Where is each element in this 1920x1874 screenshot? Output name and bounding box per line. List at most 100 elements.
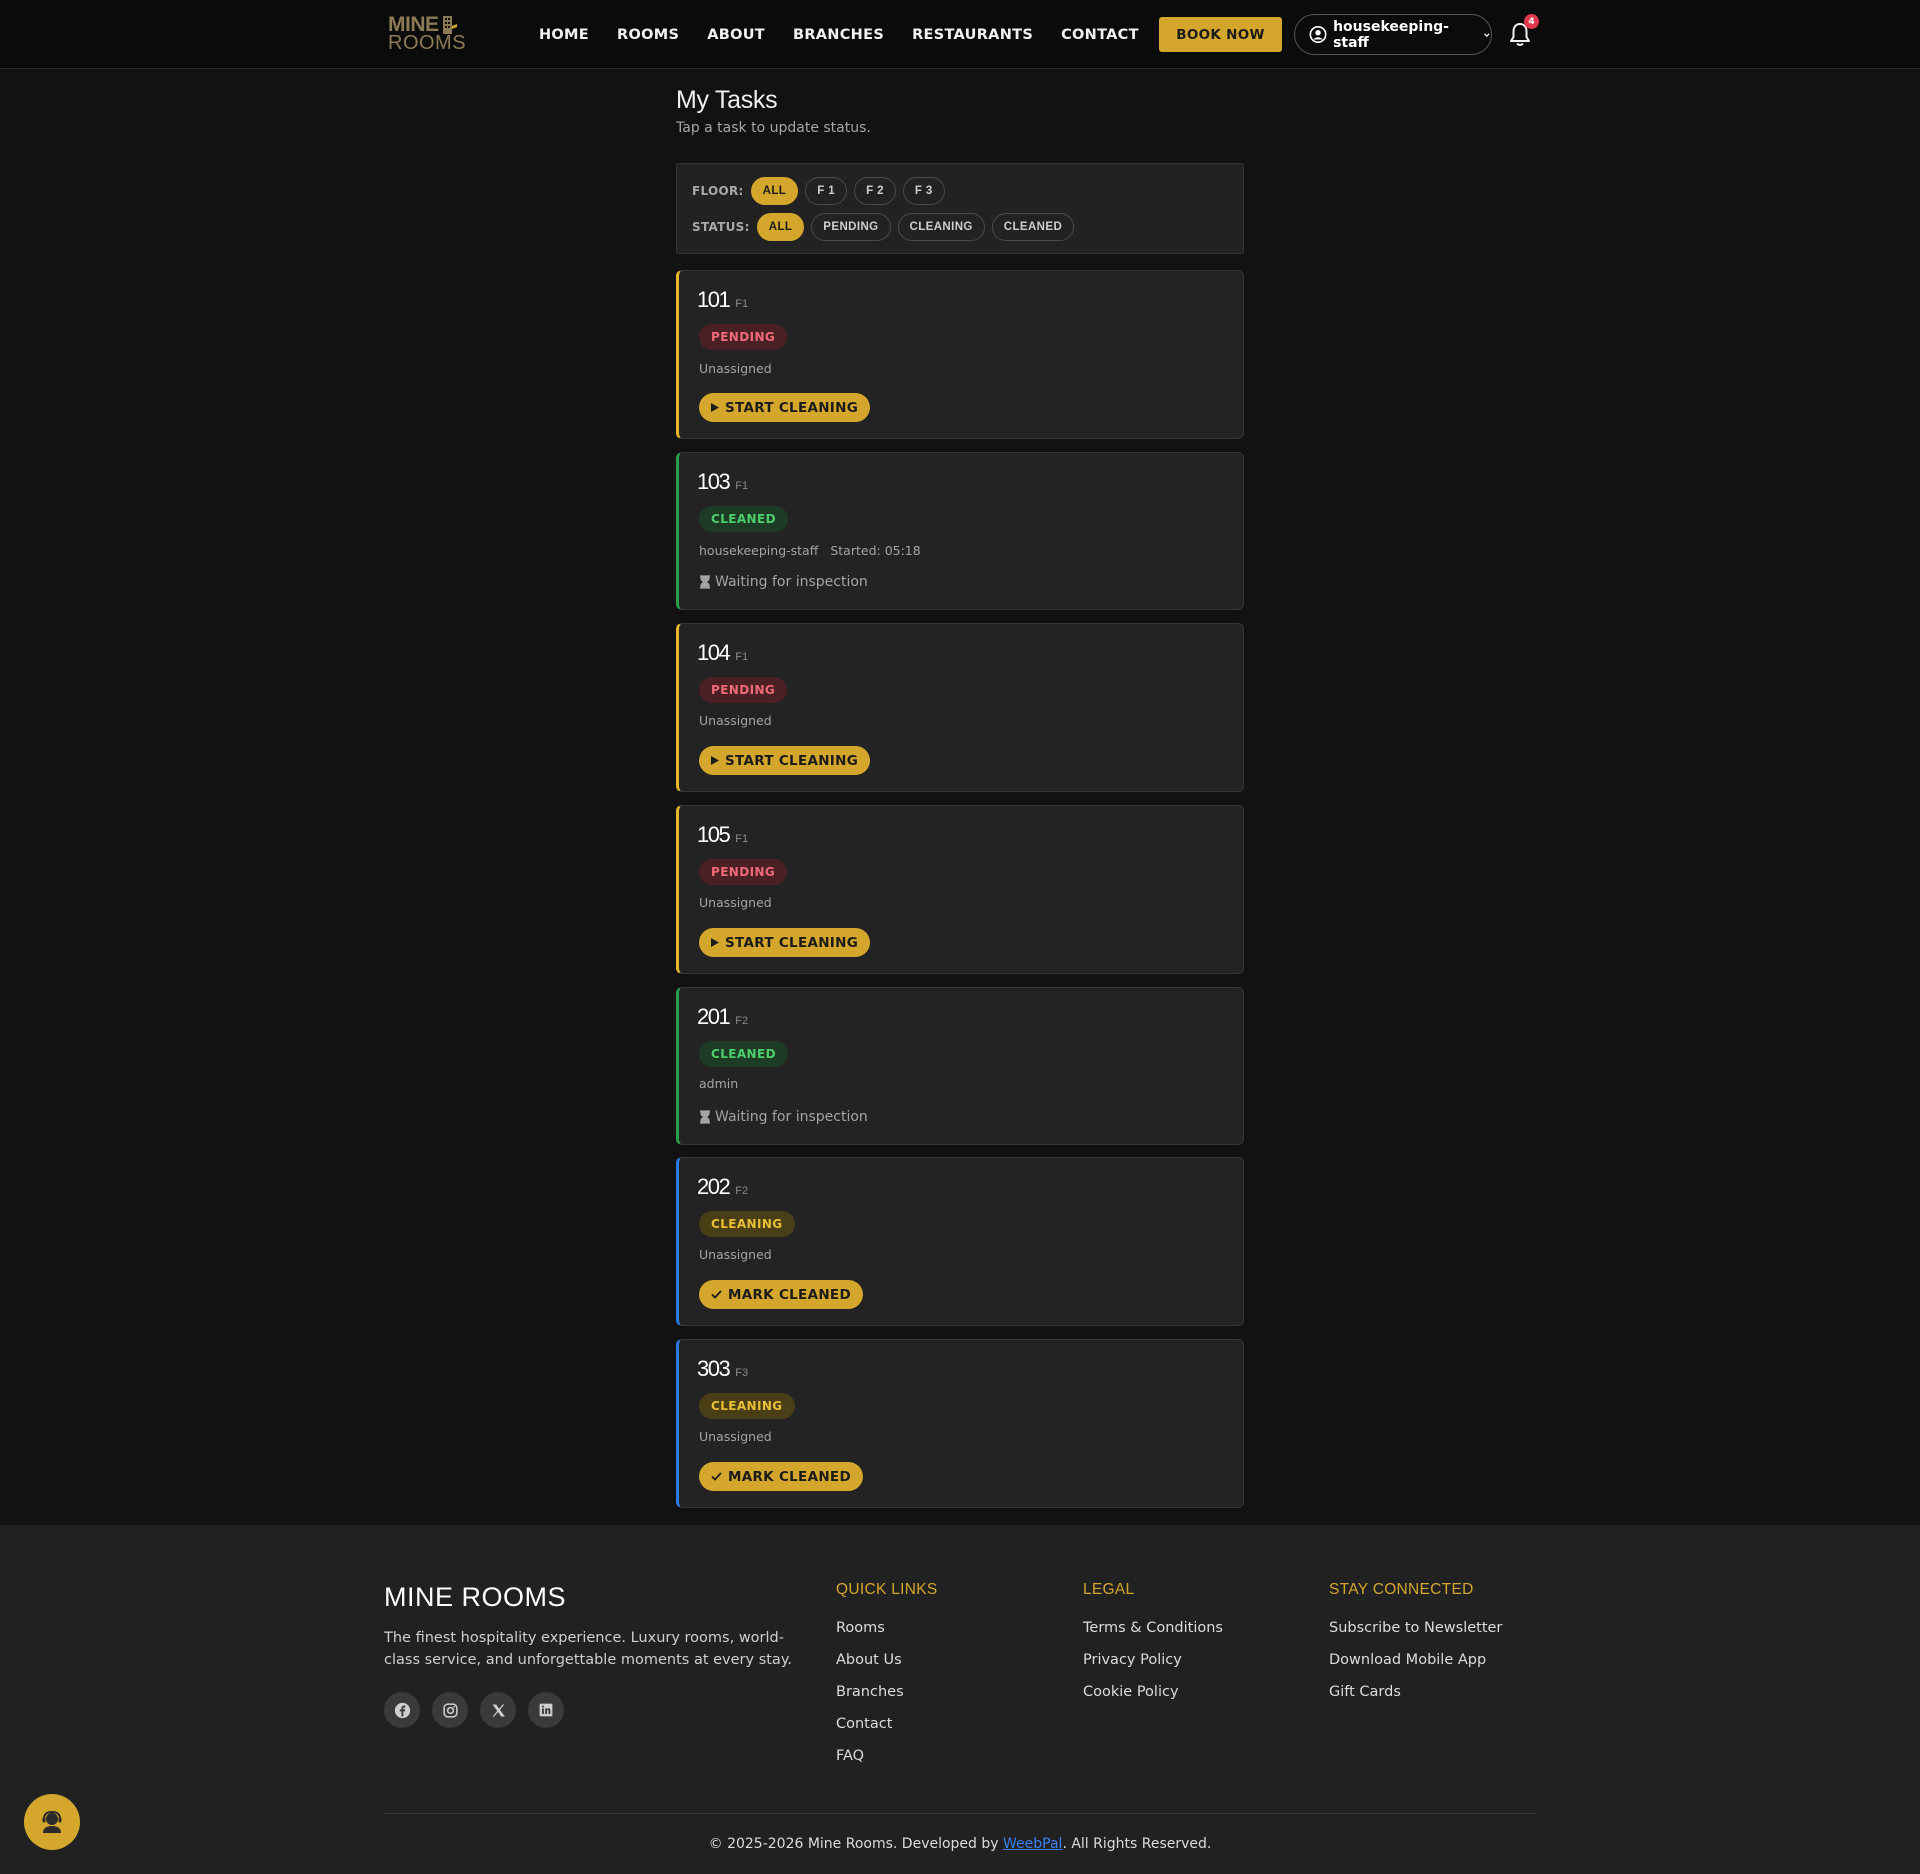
linkedin-icon[interactable] bbox=[528, 1692, 564, 1728]
footer-description: The finest hospitality experience. Luxur… bbox=[384, 1630, 792, 1668]
footer-divider bbox=[384, 1813, 1536, 1814]
logo-text-line1: MINE bbox=[388, 12, 439, 36]
room-number: 303 F3 bbox=[697, 1356, 749, 1381]
assignee-label: Unassigned bbox=[699, 361, 772, 376]
footer-link-branches[interactable]: Branches bbox=[836, 1683, 938, 1715]
task-card-103[interactable]: 103 F1 CLEANED housekeeping-staff Started:… bbox=[676, 452, 1244, 610]
task-card-202[interactable]: 202 F2 CLEANING Unassigned MARK CLEANED bbox=[676, 1157, 1244, 1326]
stay-connected-title: STAY CONNECTED bbox=[1329, 1581, 1474, 1598]
support-chat-button[interactable] bbox=[24, 1794, 80, 1850]
x-twitter-icon[interactable] bbox=[480, 1692, 516, 1728]
room-number: 104 F1 bbox=[697, 640, 749, 665]
start-cleaning-button[interactable]: START CLEANING bbox=[699, 928, 871, 957]
footer-link-contact[interactable]: Contact bbox=[836, 1715, 938, 1747]
task-card-201[interactable]: 201 F2 CLEANED admin Waiting for inspecti… bbox=[676, 987, 1244, 1145]
legal-title: LEGAL bbox=[1083, 1581, 1135, 1598]
footer-link-privacy[interactable]: Privacy Policy bbox=[1083, 1651, 1223, 1683]
floor-tag: F1 bbox=[735, 298, 749, 310]
facebook-icon[interactable] bbox=[384, 1692, 420, 1728]
status-chip-cleaned[interactable]: CLEANED bbox=[991, 213, 1075, 241]
nav-home[interactable]: HOME bbox=[539, 27, 589, 43]
status-badge: CLEANED bbox=[699, 506, 788, 532]
footer-link-rooms[interactable]: Rooms bbox=[836, 1619, 938, 1651]
book-now-button[interactable]: BOOK NOW bbox=[1159, 17, 1282, 52]
check-icon bbox=[711, 1472, 722, 1481]
nav-branches[interactable]: BRANCHES bbox=[793, 27, 884, 43]
footer-stay-connected: STAY CONNECTED Subscribe to Newsletter D… bbox=[1329, 1581, 1502, 1715]
user-menu[interactable]: housekeeping-staff bbox=[1294, 14, 1492, 55]
footer-brand: MINE ROOMS bbox=[384, 1582, 567, 1612]
footer-quick-links: QUICK LINKS Rooms About Us Branches Cont… bbox=[836, 1581, 938, 1779]
floor-tag: F2 bbox=[735, 1185, 749, 1197]
nav-rooms[interactable]: ROOMS bbox=[617, 27, 679, 43]
status-badge: PENDING bbox=[699, 859, 788, 885]
waiting-inspection-note: Waiting for inspection bbox=[699, 1109, 868, 1125]
footer-link-about[interactable]: About Us bbox=[836, 1651, 938, 1683]
task-card-104[interactable]: 104 F1 PENDING Unassigned START CLEANING bbox=[676, 623, 1244, 792]
floor-tag: F1 bbox=[735, 480, 749, 492]
nav-contact[interactable]: CONTACT bbox=[1061, 27, 1139, 43]
status-filter: STATUS: ALL PENDING CLEANING CLEANED bbox=[692, 213, 1075, 241]
instagram-icon[interactable] bbox=[432, 1692, 468, 1728]
room-number: 103 F1 bbox=[697, 469, 749, 494]
floor-chip-f3[interactable]: F 3 bbox=[902, 177, 945, 205]
assignee-label: Unassigned bbox=[699, 895, 772, 910]
status-chip-all[interactable]: ALL bbox=[756, 213, 805, 241]
task-card-303[interactable]: 303 F3 CLEANING Unassigned MARK CLEANED bbox=[676, 1339, 1244, 1508]
copyright-text: © 2025-2026 Mine Rooms. Developed by Wee… bbox=[708, 1836, 1212, 1852]
start-cleaning-button[interactable]: START CLEANING bbox=[699, 746, 871, 775]
assignee-label: housekeeping-staff Started: 05:18 bbox=[699, 543, 921, 558]
logo-text-line2: ROOMS bbox=[388, 32, 467, 54]
username-label: housekeeping-staff bbox=[1333, 18, 1449, 51]
site-footer: MINE ROOMS The finest hospitality experi… bbox=[0, 1525, 1920, 1874]
mark-cleaned-button[interactable]: MARK CLEANED bbox=[699, 1462, 863, 1491]
footer-link-gift-cards[interactable]: Gift Cards bbox=[1329, 1683, 1502, 1715]
mark-cleaned-button[interactable]: MARK CLEANED bbox=[699, 1280, 863, 1309]
floor-filter-label: FLOOR: bbox=[692, 184, 744, 198]
room-number: 201 F2 bbox=[697, 1004, 749, 1029]
chevron-down-icon bbox=[1484, 32, 1490, 37]
nav-restaurants[interactable]: RESTAURANTS bbox=[912, 27, 1033, 43]
floor-chip-all[interactable]: ALL bbox=[750, 177, 799, 205]
floor-tag: F3 bbox=[735, 1367, 749, 1379]
nav-about[interactable]: ABOUT bbox=[707, 27, 765, 43]
assignee-label: Unassigned bbox=[699, 713, 772, 728]
room-number: 202 F2 bbox=[697, 1174, 749, 1199]
footer-link-mobile-app[interactable]: Download Mobile App bbox=[1329, 1651, 1502, 1683]
task-card-101[interactable]: 101 F1 PENDING Unassigned START CLEANING bbox=[676, 270, 1244, 439]
floor-chip-f2[interactable]: F 2 bbox=[854, 177, 896, 205]
floor-chip-f1[interactable]: F 1 bbox=[805, 177, 848, 205]
floor-tag: F2 bbox=[735, 1015, 749, 1027]
site-logo[interactable]: MINE ROOMS bbox=[388, 14, 468, 56]
status-filter-label: STATUS: bbox=[692, 220, 750, 234]
filter-panel: FLOOR: ALL F 1 F 2 F 3 STATUS: ALL PENDI… bbox=[676, 163, 1244, 254]
room-number: 105 F1 bbox=[697, 822, 749, 847]
play-icon bbox=[711, 756, 719, 765]
page-title: My Tasks bbox=[676, 86, 778, 114]
footer-link-terms[interactable]: Terms & Conditions bbox=[1083, 1619, 1223, 1651]
footer-link-cookie[interactable]: Cookie Policy bbox=[1083, 1683, 1223, 1715]
quick-links-title: QUICK LINKS bbox=[836, 1581, 938, 1598]
room-number: 101 F1 bbox=[697, 287, 749, 312]
assignee-label: Unassigned bbox=[699, 1247, 772, 1262]
start-cleaning-button[interactable]: START CLEANING bbox=[699, 393, 871, 422]
footer-link-faq[interactable]: FAQ bbox=[836, 1747, 938, 1779]
floor-tag: F1 bbox=[735, 833, 749, 845]
support-agent-icon bbox=[42, 1810, 62, 1833]
check-icon bbox=[711, 1290, 722, 1299]
waiting-inspection-note: Waiting for inspection bbox=[699, 574, 868, 590]
play-icon bbox=[711, 938, 719, 947]
status-badge: CLEANING bbox=[699, 1211, 795, 1237]
started-time: Started: 05:18 bbox=[830, 543, 921, 558]
footer-legal: LEGAL Terms & Conditions Privacy Policy … bbox=[1083, 1581, 1223, 1715]
social-links bbox=[384, 1692, 564, 1728]
footer-link-newsletter[interactable]: Subscribe to Newsletter bbox=[1329, 1619, 1502, 1651]
status-chip-pending[interactable]: PENDING bbox=[811, 213, 891, 241]
user-circle-icon bbox=[1309, 26, 1327, 43]
status-chip-cleaning[interactable]: CLEANING bbox=[897, 213, 985, 241]
top-navbar: MINE ROOMS HOME ROOMS ABOUT BRANCHES RES… bbox=[0, 0, 1920, 69]
status-badge: PENDING bbox=[699, 677, 788, 703]
task-card-105[interactable]: 105 F1 PENDING Unassigned START CLEANING bbox=[676, 805, 1244, 974]
page-subtitle: Tap a task to update status. bbox=[676, 120, 871, 136]
developer-link[interactable]: WeebPal bbox=[1003, 1836, 1062, 1852]
